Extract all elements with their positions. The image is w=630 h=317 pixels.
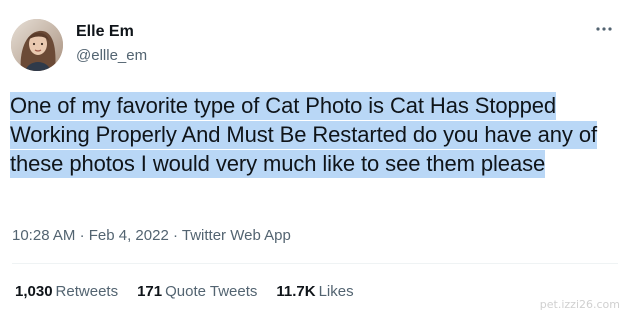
retweets-label: Retweets (55, 283, 119, 300)
meta-separator: · (79, 227, 85, 244)
likes-count: 11.7K (276, 283, 316, 300)
likes-label: Likes (318, 283, 354, 300)
retweets-stat[interactable]: 1,030 Retweets (15, 282, 118, 302)
tweet-date[interactable]: Feb 4, 2022 (89, 227, 169, 244)
more-options-button[interactable] (592, 22, 616, 36)
tweet-source[interactable]: Twitter Web App (182, 227, 291, 244)
meta-separator: · (172, 227, 178, 244)
tweet-text-highlighted: One of my favorite type of Cat Photo is … (10, 92, 597, 178)
retweets-count: 1,030 (15, 283, 53, 300)
avatar[interactable] (11, 19, 63, 71)
author-info: Elle Em @ellle_em (76, 22, 147, 65)
more-horizontal-icon (596, 27, 612, 31)
quote-tweets-count: 171 (137, 283, 163, 300)
quote-tweets-stat[interactable]: 171 Quote Tweets (137, 282, 257, 302)
user-handle[interactable]: @ellle_em (76, 46, 147, 65)
tweet-time[interactable]: 10:28 AM (12, 227, 75, 244)
display-name[interactable]: Elle Em (76, 22, 147, 42)
engagement-stats: 1,030 Retweets 171 Quote Tweets 11.7K Likes (15, 282, 354, 302)
tweet-metadata: 10:28 AM · Feb 4, 2022 · Twitter Web App (12, 226, 291, 246)
tweet-text: One of my favorite type of Cat Photo is … (10, 91, 622, 178)
avatar-photo (11, 19, 63, 71)
divider (12, 263, 618, 264)
quote-tweets-label: Quote Tweets (165, 283, 258, 300)
watermark: pet.izzi26.com (539, 298, 620, 311)
likes-stat[interactable]: 11.7K Likes (276, 282, 353, 302)
